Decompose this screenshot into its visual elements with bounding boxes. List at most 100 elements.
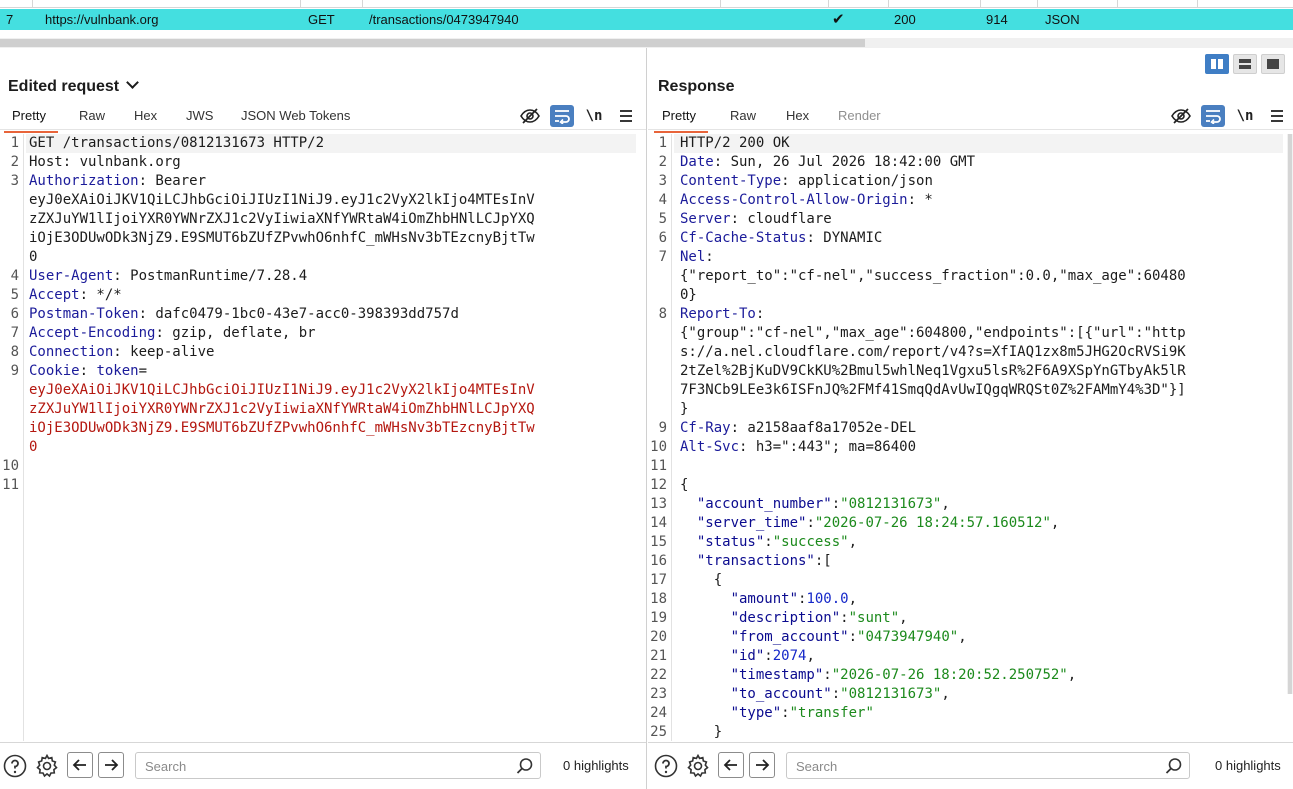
scrollbar-thumb[interactable]: [0, 39, 865, 47]
split-vertical-icon[interactable]: [1233, 54, 1257, 74]
help-circle-icon[interactable]: [3, 754, 27, 778]
code-line[interactable]: {"report_to":"cf-nel","success_fraction"…: [648, 267, 1293, 286]
code-line[interactable]: 7F3NCb9LEe3k6ISFnJQ%2FMf41SmqQdAvUwIQgqW…: [648, 381, 1293, 400]
code-line[interactable]: 13 "account_number":"0812131673",: [648, 495, 1293, 514]
hamburger-menu-icon[interactable]: [1265, 105, 1289, 127]
word-wrap-icon[interactable]: [550, 105, 574, 127]
code-line[interactable]: 2 Host: vulnbank.org: [0, 153, 646, 172]
code-line[interactable]: 16 "transactions":[: [648, 552, 1293, 571]
code-line[interactable]: }: [648, 400, 1293, 419]
code-line[interactable]: 22 "timestamp":"2026-07-26 18:20:52.2507…: [648, 666, 1293, 685]
tab-hex[interactable]: Hex: [134, 108, 157, 130]
history-row-selected[interactable]: 7 https://vulnbank.org GET /transactions…: [0, 9, 1293, 30]
hamburger-menu-icon[interactable]: [614, 105, 638, 127]
eye-slash-icon[interactable]: [1169, 105, 1193, 127]
tab-jws[interactable]: JWS: [186, 108, 213, 130]
code-line[interactable]: 23 "to_account":"0812131673",: [648, 685, 1293, 704]
code-line[interactable]: 7 Accept-Encoding: gzip, deflate, br: [0, 324, 646, 343]
split-horizontal-icon[interactable]: [1205, 54, 1229, 74]
code-line[interactable]: 9 Cookie: token=: [0, 362, 646, 381]
code-line[interactable]: s://a.nel.cloudflare.com/report/v4?s=XfI…: [648, 343, 1293, 362]
arrow-right-icon[interactable]: [98, 752, 124, 778]
code-token: Postman-Token: [29, 306, 139, 322]
code-line[interactable]: 5 Accept: */*: [0, 286, 646, 305]
tab-render[interactable]: Render: [838, 108, 881, 130]
code-line[interactable]: 1 GET /transactions/0812131673 HTTP/2: [0, 134, 646, 153]
magnifier-icon[interactable]: [516, 757, 534, 784]
code-line[interactable]: 6 Cf-Cache-Status: DYNAMIC: [648, 229, 1293, 248]
code-line[interactable]: eyJ0eXAiOiJKV1QiLCJhbGciOiJIUzI1NiJ9.eyJ…: [0, 381, 646, 400]
tab-pretty[interactable]: Pretty: [654, 108, 708, 133]
scrollbar-thumb[interactable]: [1288, 134, 1292, 694]
code-line[interactable]: 21 "id":2074,: [648, 647, 1293, 666]
code-line[interactable]: 6 Postman-Token: dafc0479-1bc0-43e7-acc0-…: [0, 305, 646, 324]
response-editor[interactable]: 1 HTTP/2 200 OK 2 Date: Sun, 26 Jul 2026 18…: [648, 134, 1293, 741]
newline-toggle[interactable]: \n: [1233, 105, 1257, 127]
code-line[interactable]: 14 "server_time":"2026-07-26 18:24:57.16…: [648, 514, 1293, 533]
gear-icon[interactable]: [35, 754, 59, 778]
tab-hex[interactable]: Hex: [786, 108, 809, 130]
gear-icon[interactable]: [686, 754, 710, 778]
response-vertical-scrollbar[interactable]: [1287, 134, 1293, 694]
newline-toggle[interactable]: \n: [582, 105, 606, 127]
code-line[interactable]: 24 "type":"transfer": [648, 704, 1293, 723]
tabs-divider: [0, 129, 646, 130]
code-line[interactable]: 2tZel%2BjKuDV9CkKU%2Bmul5whlNeq1Vgxu5lsR…: [648, 362, 1293, 381]
code-line[interactable]: 3 Authorization: Bearer: [0, 172, 646, 191]
code-line[interactable]: iOjE3ODUwODk3NjZ9.E9SMUT6bZUfZPvwhO6nhfC…: [0, 229, 646, 248]
magnifier-icon[interactable]: [1165, 757, 1183, 784]
chevron-down-icon[interactable]: [126, 76, 140, 89]
code-line[interactable]: 25 }: [648, 723, 1293, 741]
code-line[interactable]: 8 Report-To:: [648, 305, 1293, 324]
line-number: 25: [650, 724, 667, 740]
arrow-left-icon[interactable]: [67, 752, 93, 778]
tab-pretty[interactable]: Pretty: [4, 108, 58, 133]
arrow-left-icon[interactable]: [718, 752, 744, 778]
code-token: :: [831, 686, 841, 702]
word-wrap-icon[interactable]: [1201, 105, 1225, 127]
arrow-right-icon[interactable]: [749, 752, 775, 778]
code-line[interactable]: 15 "status":"success",: [648, 533, 1293, 552]
code-line[interactable]: 10: [0, 457, 646, 476]
code-line[interactable]: 1 HTTP/2 200 OK: [648, 134, 1293, 153]
code-line[interactable]: 7 Nel:: [648, 248, 1293, 267]
code-line[interactable]: 9 Cf-Ray: a2158aaf8a17052e-DEL: [648, 419, 1293, 438]
code-line[interactable]: 11: [0, 476, 646, 495]
code-line[interactable]: 18 "amount":100.0,: [648, 590, 1293, 609]
code-line[interactable]: 20 "from_account":"0473947940",: [648, 628, 1293, 647]
code-line[interactable]: 0: [0, 248, 646, 267]
tab-raw[interactable]: Raw: [79, 108, 105, 130]
code-line[interactable]: 8 Connection: keep-alive: [0, 343, 646, 362]
code-line[interactable]: eyJ0eXAiOiJKV1QiLCJhbGciOiJIUzI1NiJ9.eyJ…: [0, 191, 646, 210]
help-circle-icon[interactable]: [654, 754, 678, 778]
code-line[interactable]: 3 Content-Type: application/json: [648, 172, 1293, 191]
tab-json-web-tokens[interactable]: JSON Web Tokens: [241, 108, 350, 130]
history-row-partial[interactable]: [0, 30, 1293, 38]
code-line[interactable]: zZXJuYW1lIjoiYXR0YWNrZXJ1c2VyIiwiaXNfYWR…: [0, 400, 646, 419]
code-line[interactable]: 5 Server: cloudflare: [648, 210, 1293, 229]
history-horizontal-scrollbar[interactable]: [0, 38, 1293, 48]
code-line[interactable]: 17 {: [648, 571, 1293, 590]
code-line[interactable]: 19 "description":"sunt",: [648, 609, 1293, 628]
request-title[interactable]: Edited request: [8, 76, 140, 96]
eye-slash-icon[interactable]: [518, 105, 542, 127]
code-line[interactable]: 4 User-Agent: PostmanRuntime/7.28.4: [0, 267, 646, 286]
code-line[interactable]: 11: [648, 457, 1293, 476]
code-line[interactable]: iOjE3ODUwODk3NjZ9.E9SMUT6bZUfZPvwhO6nhfC…: [0, 419, 646, 438]
line-number: 17: [650, 572, 667, 588]
search-input[interactable]: [145, 759, 461, 774]
search-input[interactable]: [796, 759, 1111, 774]
tab-raw[interactable]: Raw: [730, 108, 756, 130]
code-line[interactable]: zZXJuYW1lIjoiYXR0YWNrZXJ1c2VyIiwiaXNfYWR…: [0, 210, 646, 229]
request-editor[interactable]: 1 GET /transactions/0812131673 HTTP/2 2 Hos…: [0, 134, 646, 741]
code-line[interactable]: {"group":"cf-nel","max_age":604800,"endp…: [648, 324, 1293, 343]
code-line[interactable]: 10 Alt-Svc: h3=":443"; ma=86400: [648, 438, 1293, 457]
code-line[interactable]: 4 Access-Control-Allow-Origin: *: [648, 191, 1293, 210]
single-pane-icon[interactable]: [1261, 54, 1285, 74]
code-line[interactable]: 2 Date: Sun, 26 Jul 2026 18:42:00 GMT: [648, 153, 1293, 172]
code-line[interactable]: 0}: [648, 286, 1293, 305]
code-line[interactable]: 12 {: [648, 476, 1293, 495]
code-line[interactable]: 0: [0, 438, 646, 457]
request-search-input-box[interactable]: [135, 752, 541, 779]
response-search-input-box[interactable]: [786, 752, 1190, 779]
